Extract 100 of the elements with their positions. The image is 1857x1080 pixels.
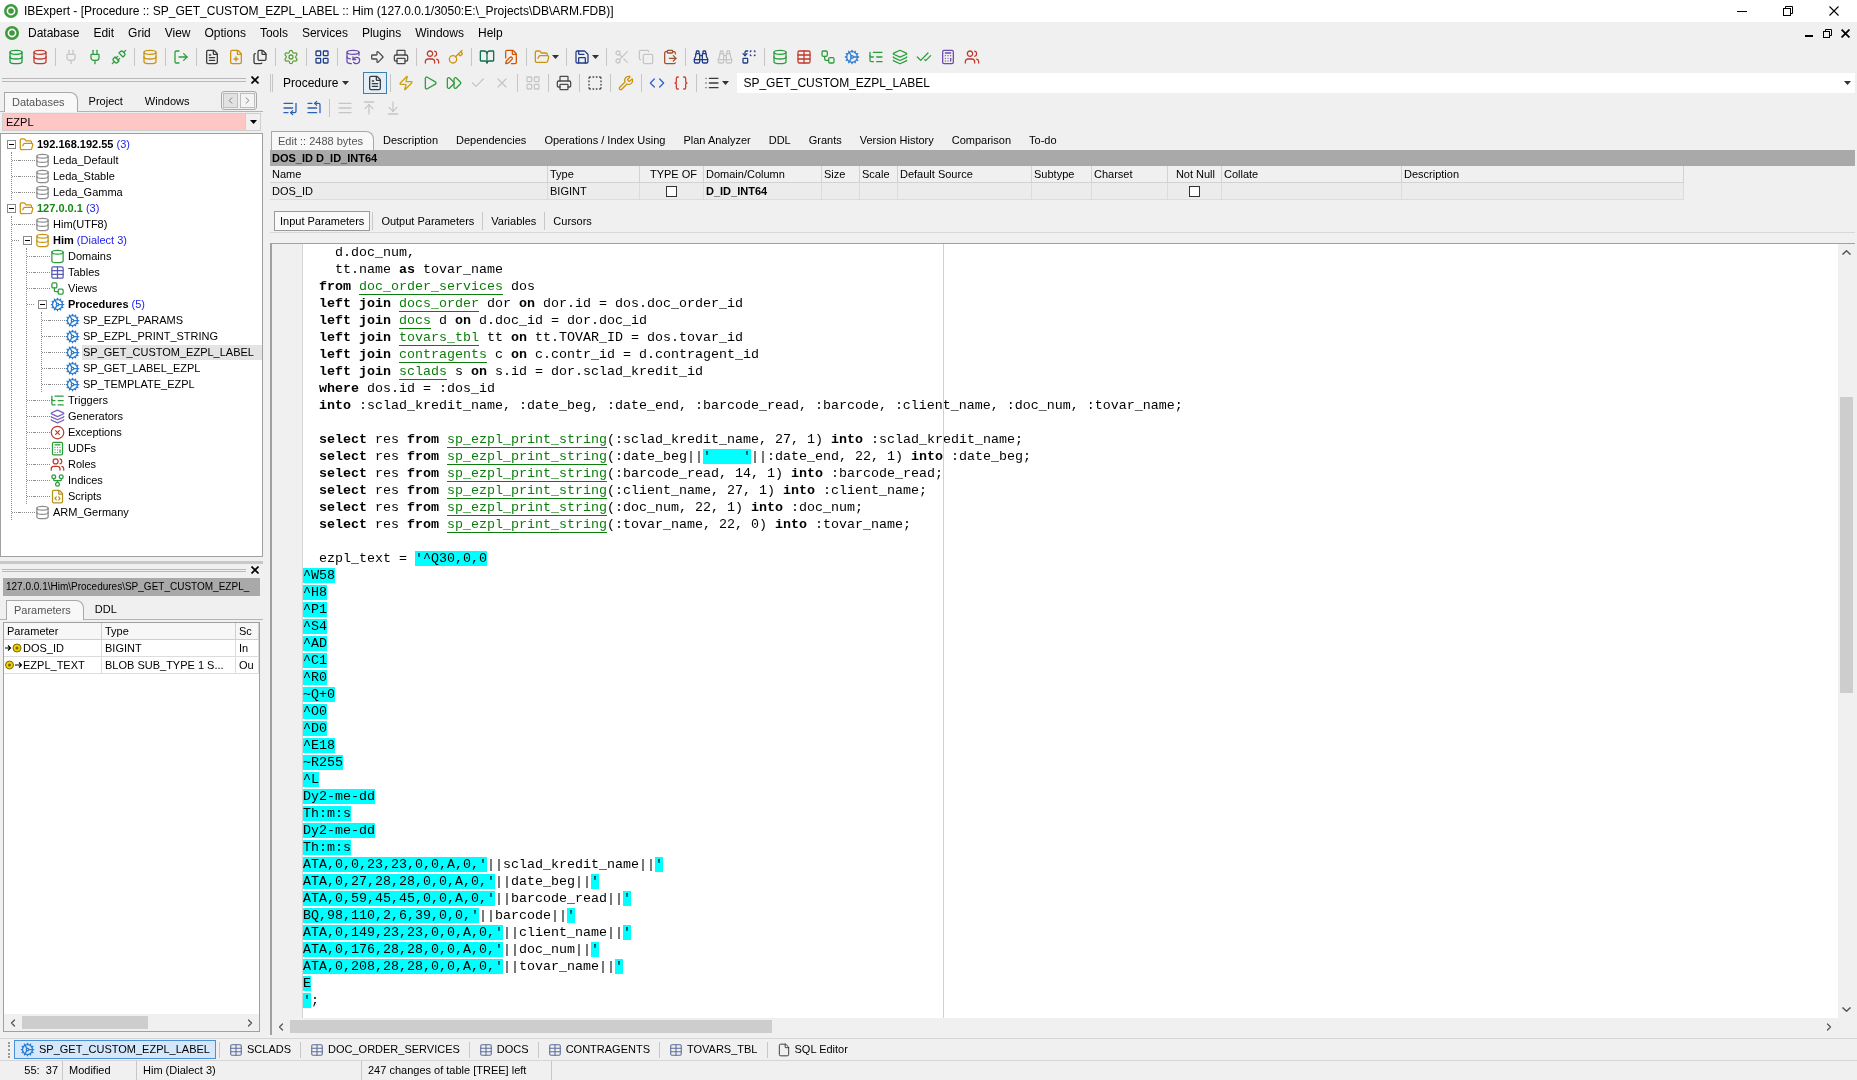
column-header[interactable]: Type [550,168,574,180]
column-header[interactable]: Parameter [4,623,102,639]
editor-tab[interactable]: Comparison [945,131,1018,150]
tree-item[interactable]: Indices [67,472,105,488]
tree-item[interactable]: UDFs [67,440,99,456]
tree-item[interactable]: Generators [67,408,126,424]
menu-item[interactable]: Windows [408,23,471,43]
scrollbar-thumb[interactable] [1840,397,1853,693]
scroll-up-icon[interactable] [1842,250,1851,255]
tree-item[interactable]: SP_GET_LABEL_EZPL [82,360,203,376]
editor-tab[interactable]: Edit :: 2488 bytes [271,131,374,150]
panel-tab[interactable]: Windows [137,91,197,111]
tree-item[interactable]: Him (Dialect 3) [52,232,129,248]
editor-tab[interactable]: Version History [853,131,940,150]
object-name-combobox[interactable]: SP_GET_CUSTOM_EZPL_LABEL [737,73,1855,93]
tree-item[interactable]: Tables [67,264,102,280]
panel-tab[interactable]: DDL [87,599,124,619]
collapse-icon[interactable] [37,299,47,309]
tree-item[interactable]: SP_TEMPLATE_EZPL [82,376,197,392]
window-tab[interactable]: SCLADS [223,1040,297,1059]
tree-item[interactable]: Exceptions [67,424,124,440]
menu-item[interactable]: Database [21,23,87,43]
section-tab[interactable]: Cursors [547,211,598,231]
window-tab[interactable]: DOCS [472,1040,535,1059]
column-header[interactable]: Default Source [900,168,973,180]
window-tab[interactable]: CONTRAGENTS [541,1040,656,1059]
collapse-icon[interactable] [6,203,16,213]
forward-button[interactable] [240,93,255,108]
editor-tab[interactable]: Plan Analyzer [677,131,757,150]
checkbox[interactable] [1189,185,1200,197]
horizontal-scrollbar[interactable] [272,1018,1855,1035]
menu-item[interactable]: Services [294,23,355,43]
checkbox[interactable] [666,185,677,197]
tree-item[interactable]: 127.0.0.1 (3) [36,200,102,216]
column-header[interactable]: Collate [1224,168,1259,180]
column-header[interactable]: Subtype [1034,168,1075,180]
panel-tab[interactable]: Project [81,91,130,111]
filter-combobox[interactable]: EZPL [2,113,261,131]
column-header[interactable]: Description [1404,168,1460,180]
grid-row[interactable]: DOS_ID BIGINT D_ID_INT64 [270,183,1684,200]
scroll-down-icon[interactable] [1842,1007,1851,1012]
horizontal-scrollbar[interactable] [4,1014,259,1031]
window-tab[interactable]: SQL Editor [770,1040,854,1059]
window-tab[interactable]: TOVARS_TBL [663,1040,764,1059]
tree-item[interactable]: 192.168.192.55 (3) [36,136,132,152]
menu-item[interactable]: Help [470,23,510,43]
tree-item[interactable]: Domains [67,248,114,264]
restore-icon[interactable] [1823,28,1832,38]
tree-item[interactable]: Procedures (5) [67,296,148,312]
tree-item[interactable]: Him(UTF8) [52,216,110,232]
tree-item[interactable]: SP_GET_CUSTOM_EZPL_LABEL [82,344,262,360]
section-tab[interactable]: Input Parameters [274,211,371,231]
object-link[interactable]: sp_ezpl_print_string [447,449,607,464]
column-header[interactable]: Scale [862,168,890,180]
code-editor[interactable] [270,243,1855,1035]
scrollbar-thumb[interactable] [290,1020,772,1033]
column-header[interactable]: Name [272,168,302,180]
tree-item[interactable]: Leda_Stable [52,168,117,184]
menu-item[interactable]: Edit [86,23,122,43]
column-header[interactable]: TYPE OF [649,168,697,180]
tree-item[interactable]: Roles [67,456,99,472]
scrollbar-thumb[interactable] [22,1016,148,1029]
editor-tab[interactable]: Description [377,131,445,150]
object-link[interactable]: tovars_tbl [399,330,479,345]
menu-item[interactable]: Options [197,23,253,43]
object-link[interactable]: sp_ezpl_print_string [447,466,607,481]
object-link[interactable]: sclads [399,364,447,379]
tree-item[interactable]: SP_EZPL_PRINT_STRING [82,328,221,344]
menu-item[interactable]: View [157,23,198,43]
collapse-icon[interactable] [6,139,16,149]
tree-item[interactable]: Scripts [67,488,104,504]
close-icon[interactable] [251,76,259,84]
panel-tab[interactable]: Databases [4,92,78,112]
column-header[interactable]: Size [824,168,846,180]
editor-tab[interactable]: To-do [1023,131,1063,150]
tree-item[interactable]: Leda_Gamma [52,184,125,200]
section-tab[interactable]: Variables [485,211,543,231]
section-tab[interactable]: Output Parameters [375,211,481,231]
object-link[interactable]: sp_ezpl_print_string [447,500,607,515]
panel-tab[interactable]: Parameters [6,600,84,620]
object-link[interactable]: doc_order_services [359,279,503,294]
column-header[interactable]: Type [102,623,236,639]
object-link[interactable]: docs [399,313,431,328]
object-type-dropdown[interactable]: Procedure [279,73,354,93]
object-link[interactable]: sp_ezpl_print_string [447,483,607,498]
close-icon[interactable] [251,566,259,574]
collapse-icon[interactable] [22,235,32,245]
window-tab[interactable]: SP_GET_CUSTOM_EZPL_LABEL [14,1040,216,1059]
window-tab[interactable]: DOC_ORDER_SERVICES [304,1040,466,1059]
menu-item[interactable]: Tools [252,23,295,43]
editor-tab[interactable]: Operations / Index Using [538,131,672,150]
menu-item[interactable]: Grid [121,23,158,43]
object-link[interactable]: docs_order [399,296,479,311]
editor-tab[interactable]: Dependencies [450,131,533,150]
tree-item[interactable]: SP_EZPL_PARAMS [82,312,186,328]
column-header[interactable]: Sc [236,623,259,639]
editor-tab[interactable]: Grants [802,131,848,150]
close-icon[interactable] [1841,28,1850,38]
tree-item[interactable]: Triggers [67,392,110,408]
tree-item[interactable]: ARM_Germany [52,504,131,520]
